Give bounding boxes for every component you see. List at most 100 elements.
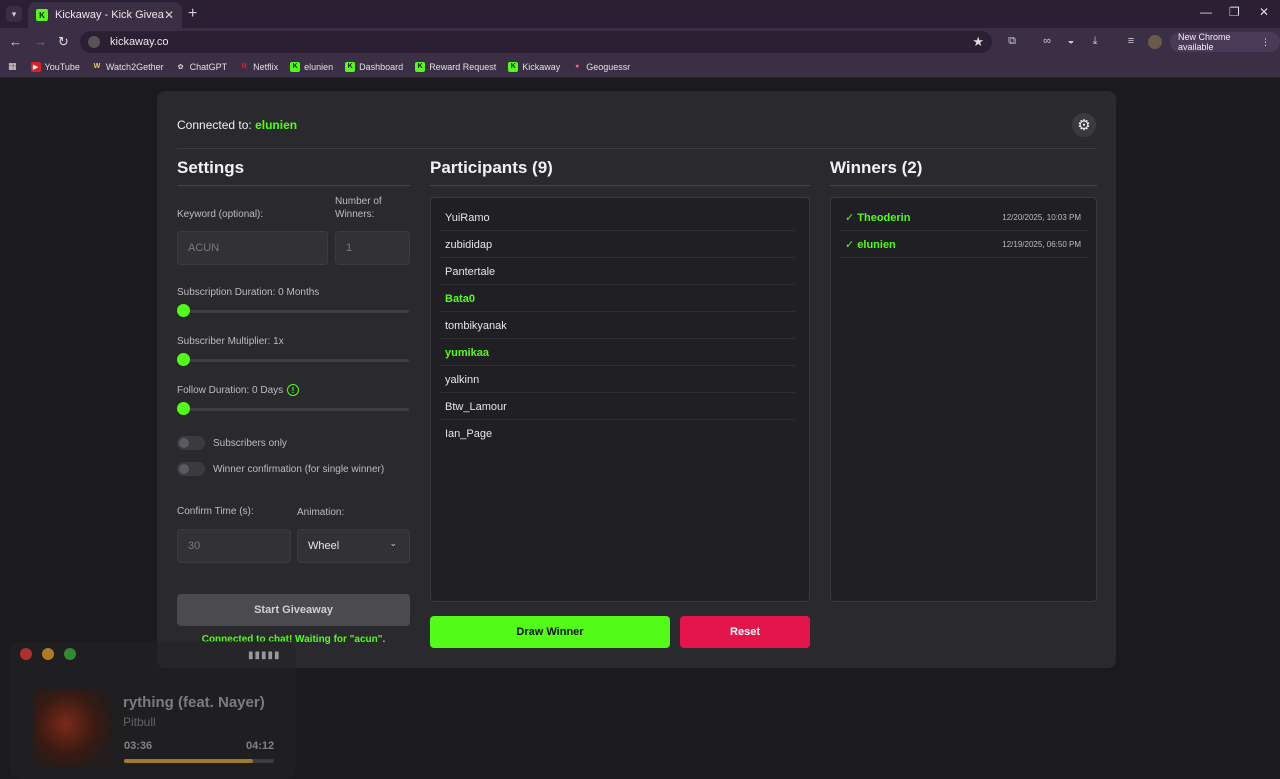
- minimize-icon[interactable]: —: [1200, 5, 1212, 19]
- reload-icon[interactable]: ↻: [58, 34, 69, 50]
- link-icon[interactable]: ∞: [1040, 35, 1054, 49]
- bookmark-elunien[interactable]: Kelunien: [290, 61, 334, 72]
- winner-date: 12/19/2025, 06:50 PM: [1002, 240, 1081, 249]
- subscriber-multiplier-label: Subscriber Multiplier: 1x: [177, 336, 284, 347]
- giveaway-card: Connected to: elunien ⚙ Settings Keyword…: [157, 91, 1116, 668]
- kick-icon: K: [345, 61, 356, 72]
- tab-close-icon[interactable]: ✕: [164, 8, 174, 22]
- subscriber-multiplier-slider[interactable]: [177, 359, 409, 362]
- winners-list: ✓ Theoderin 12/20/2025, 10:03 PM ✓ eluni…: [830, 197, 1097, 602]
- bookmark-reward-request[interactable]: K Reward Request: [415, 61, 496, 72]
- kickaway-icon: K: [508, 61, 519, 72]
- animation-select[interactable]: Wheel ⌄: [297, 529, 410, 563]
- more-menu-icon[interactable]: ⋮: [1261, 37, 1270, 48]
- apps-grid-icon[interactable]: ▦: [8, 61, 17, 72]
- winner-confirmation-toggle[interactable]: [177, 462, 205, 476]
- total-time: 04:12: [246, 740, 275, 752]
- restore-icon[interactable]: ❐: [1229, 5, 1240, 19]
- slider-handle[interactable]: [177, 304, 190, 317]
- winner-name: ✓ elunien: [845, 239, 896, 251]
- divider: [830, 185, 1097, 186]
- minimize-dot-icon[interactable]: [42, 648, 54, 660]
- divider: [177, 185, 410, 186]
- active-tab[interactable]: K Kickaway - Kick Giveaway Tool ✕: [28, 2, 182, 28]
- bookmark-label: elunien: [304, 61, 334, 72]
- list-item[interactable]: YuiRamo: [439, 205, 795, 231]
- bookmark-chatgpt[interactable]: ✿ ChatGPT: [176, 61, 228, 72]
- map-pin-icon: ●: [575, 63, 580, 70]
- song-artist: Pitbull: [123, 715, 156, 729]
- bookmark-watch2gether[interactable]: W Watch2Gether: [92, 62, 164, 72]
- close-dot-icon[interactable]: [20, 648, 32, 660]
- kick-icon: K: [290, 61, 301, 72]
- list-item[interactable]: tombikyanak: [439, 313, 795, 339]
- keyword-input[interactable]: ACUN: [177, 231, 328, 265]
- new-tab-icon[interactable]: +: [188, 5, 197, 23]
- extensions-icon[interactable]: ⧉: [1005, 35, 1019, 49]
- confirm-time-input[interactable]: 30: [177, 529, 291, 563]
- tab-strip: ▾ K Kickaway - Kick Giveaway Tool ✕ + — …: [0, 0, 1280, 28]
- address-bar[interactable]: kickaway.co ★: [80, 31, 992, 53]
- bookmark-kickaway[interactable]: K Kickaway: [508, 61, 560, 72]
- winner-confirmation-label: Winner confirmation (for single winner): [213, 464, 385, 475]
- bookmark-label: Dashboard: [359, 61, 404, 72]
- incognito-icon[interactable]: ◒: [1064, 35, 1078, 49]
- url-text: kickaway.co: [110, 36, 169, 48]
- tab-search-icon[interactable]: ▾: [6, 6, 22, 22]
- list-item[interactable]: Ian_Page: [439, 421, 795, 447]
- bookmark-geoguessr[interactable]: ● Geoguessr: [572, 62, 630, 72]
- bookmark-netflix[interactable]: N Netflix: [239, 62, 279, 72]
- bookmark-dashboard[interactable]: K Dashboard: [345, 61, 404, 72]
- gear-icon[interactable]: ⚙: [1072, 113, 1096, 137]
- song-title: rything (feat. Nayer): [123, 694, 265, 711]
- media-queue-icon[interactable]: ≡: [1124, 35, 1138, 49]
- winners-count-label: Number of Winners:: [335, 196, 382, 220]
- bookmarks-bar: ▦ ▶ YouTube W Watch2Gether ✿ ChatGPT N Netfl…: [0, 56, 1280, 78]
- list-item[interactable]: Btw_Lamour: [439, 394, 795, 420]
- draw-winner-button[interactable]: Draw Winner: [430, 616, 670, 648]
- winner-row[interactable]: ✓ elunien 12/19/2025, 06:50 PM: [839, 232, 1087, 258]
- kick-favicon-icon: K: [36, 9, 48, 21]
- youtube-icon: ▶: [30, 61, 41, 72]
- winner-row[interactable]: ✓ Theoderin 12/20/2025, 10:03 PM: [839, 205, 1087, 231]
- participants-list[interactable]: YuiRamo zubididap Pantertale Bata0 tombi…: [430, 197, 810, 602]
- participants-title: Participants (9): [430, 158, 553, 177]
- subscription-duration-label: Subscription Duration: 0 Months: [177, 287, 320, 298]
- bookmark-youtube[interactable]: ▶ YouTube: [30, 61, 80, 72]
- bookmark-label: ChatGPT: [189, 61, 228, 72]
- slider-handle[interactable]: [177, 402, 190, 415]
- maximize-dot-icon[interactable]: [64, 648, 76, 660]
- list-item[interactable]: yumikaa: [439, 340, 795, 366]
- animation-selected-value: Wheel: [308, 540, 340, 552]
- window-close-icon[interactable]: ✕: [1259, 5, 1269, 19]
- follow-duration-slider[interactable]: [177, 408, 409, 411]
- site-info-icon[interactable]: [88, 36, 100, 48]
- list-item[interactable]: yalkinn: [439, 367, 795, 393]
- bookmark-label: Geoguessr: [586, 61, 631, 72]
- bookmark-label: YouTube: [44, 61, 80, 72]
- progress-fill: [124, 759, 253, 763]
- subscription-duration-slider[interactable]: [177, 310, 409, 313]
- info-icon[interactable]: !: [287, 384, 299, 396]
- start-giveaway-button[interactable]: Start Giveaway: [177, 594, 410, 626]
- list-item[interactable]: zubididap: [439, 232, 795, 258]
- profile-avatar[interactable]: [1148, 35, 1162, 49]
- forward-icon[interactable]: →: [34, 34, 47, 49]
- subscribers-only-toggle[interactable]: [177, 436, 205, 450]
- netflix-icon: N: [241, 63, 247, 70]
- list-item[interactable]: Bata0: [439, 286, 795, 312]
- animation-label: Animation:: [297, 507, 345, 518]
- reset-button[interactable]: Reset: [680, 616, 810, 648]
- drag-handle-icon[interactable]: ▮▮▮▮▮: [248, 650, 281, 661]
- back-icon[interactable]: ←: [9, 34, 22, 49]
- winners-count-input[interactable]: 1: [335, 231, 410, 265]
- bookmark-star-icon[interactable]: ★: [972, 34, 984, 50]
- download-icon[interactable]: ⤓: [1088, 35, 1102, 49]
- list-item[interactable]: Pantertale: [439, 259, 795, 285]
- album-art: [34, 689, 114, 767]
- slider-handle[interactable]: [177, 353, 190, 366]
- tab-title: Kickaway - Kick Giveaway Tool: [55, 9, 164, 21]
- media-player-overlay[interactable]: ▮▮▮▮▮ rything (feat. Nayer) Pitbull 03:3…: [10, 641, 296, 779]
- progress-bar[interactable]: [124, 759, 274, 763]
- new-chrome-available-button[interactable]: New Chrome available ⋮: [1170, 32, 1280, 52]
